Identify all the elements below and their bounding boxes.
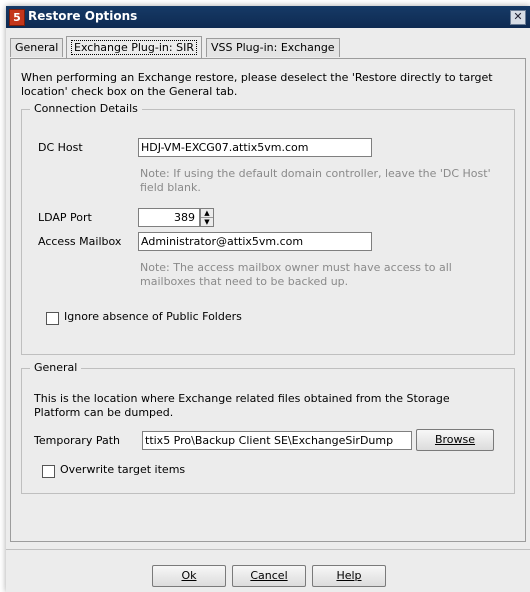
tab-panel: When performing an Exchange restore, ple…	[10, 58, 526, 542]
tab-general-label: General	[15, 41, 59, 54]
cancel-button[interactable]: Cancel	[232, 565, 306, 587]
title-bar[interactable]: 5 Restore Options ✕	[6, 6, 530, 28]
general-desc-line-2: Platform can be dumped.	[34, 406, 174, 419]
temporary-path-field[interactable]: ttix5 Pro\Backup Client SE\ExchangeSirDu…	[142, 431, 412, 450]
tab-exchange-plugin-sir-label: Exchange Plug-in: SIR	[71, 40, 197, 55]
general-desc-line-1: This is the location where Exchange rela…	[34, 392, 450, 405]
tab-vss-plugin-exchange[interactable]: VSS Plug-in: Exchange	[206, 38, 340, 57]
ldap-port-field[interactable]: 389	[138, 208, 200, 227]
app-icon: 5	[9, 9, 25, 26]
overwrite-target-items-label[interactable]: Overwrite target items	[60, 463, 185, 476]
temporary-path-label: Temporary Path	[34, 434, 121, 447]
help-button-label: Help	[336, 569, 362, 582]
intro-text-line-2: location' check box on the General tab.	[21, 85, 238, 98]
restore-options-window: 5 Restore Options ✕ General Exchange Plu…	[6, 6, 530, 592]
ok-button-label: Ok	[181, 569, 197, 582]
access-mailbox-field[interactable]: Administrator@attix5vm.com	[138, 232, 372, 251]
ldap-port-spinner[interactable]: ▲ ▼	[200, 208, 214, 227]
tab-vss-plugin-exchange-label: VSS Plug-in: Exchange	[211, 41, 335, 54]
tab-exchange-plugin-sir[interactable]: Exchange Plug-in: SIR	[66, 36, 202, 58]
browse-button-label: Browse	[434, 433, 476, 446]
ignore-public-folders-checkbox[interactable]	[46, 312, 59, 325]
access-mailbox-label: Access Mailbox	[38, 235, 122, 248]
close-icon[interactable]: ✕	[510, 10, 526, 25]
browse-button[interactable]: Browse	[416, 429, 494, 451]
dc-host-note-line-1: Note: If using the default domain contro…	[140, 167, 491, 180]
footer-divider	[6, 549, 530, 550]
dc-host-field[interactable]: HDJ-VM-EXCG07.attix5vm.com	[138, 138, 372, 157]
tab-general[interactable]: General	[10, 38, 64, 57]
connection-details-group: Connection Details DC Host HDJ-VM-EXCG07…	[21, 102, 515, 355]
dc-host-label: DC Host	[38, 141, 83, 154]
spin-down-icon[interactable]: ▼	[201, 218, 213, 226]
window-title: Restore Options	[28, 9, 138, 23]
ignore-public-folders-label[interactable]: Ignore absence of Public Folders	[64, 310, 242, 323]
access-mailbox-note-line-1: Note: The access mailbox owner must have…	[140, 261, 452, 274]
ldap-port-label: LDAP Port	[38, 211, 92, 224]
ok-button[interactable]: Ok	[152, 565, 226, 587]
access-mailbox-note-line-2: mailboxes that need to be backed up.	[140, 275, 349, 288]
overwrite-target-items-checkbox[interactable]	[42, 465, 55, 478]
help-button[interactable]: Help	[312, 565, 386, 587]
general-group: General This is the location where Excha…	[21, 361, 515, 494]
connection-details-legend: Connection Details	[30, 102, 142, 115]
spin-up-icon[interactable]: ▲	[201, 209, 213, 218]
general-legend: General	[30, 361, 82, 374]
cancel-button-label: Cancel	[250, 569, 288, 582]
intro-text-line-1: When performing an Exchange restore, ple…	[21, 71, 493, 84]
dc-host-note-line-2: field blank.	[140, 181, 201, 194]
